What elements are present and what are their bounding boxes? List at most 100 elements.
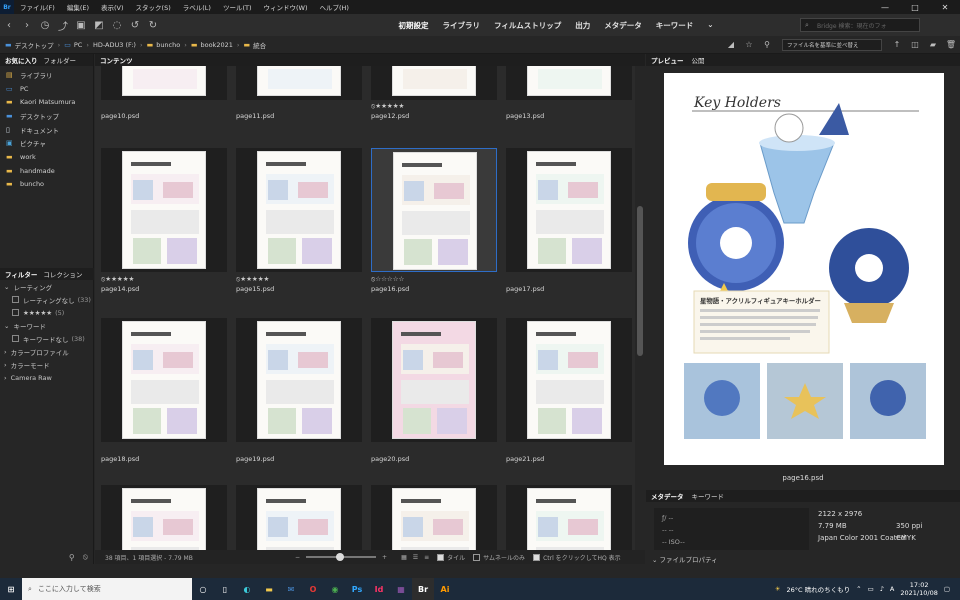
tab-preview[interactable]: プレビュー <box>651 55 684 65</box>
filter-option[interactable]: レーティングなし (33) <box>0 293 94 306</box>
favorite-desktop[interactable]: ▬ デスクトップ <box>0 109 93 123</box>
rating-filter-icon[interactable]: ☆ <box>740 40 758 49</box>
chevron-down-icon[interactable]: ⌄ <box>4 322 9 330</box>
taskbar-search[interactable]: ⌕ ここに入力して検索 <box>22 578 192 600</box>
thumbnail-frame[interactable] <box>101 66 227 100</box>
open-recent-icon[interactable]: ◫ <box>906 40 924 49</box>
tab-favorites[interactable]: お気に入り <box>5 55 38 65</box>
favorite-user[interactable]: ▬ Kaori Matsumura <box>0 95 93 109</box>
workspace-output[interactable]: 出力 <box>568 20 597 31</box>
crumb-book2021[interactable]: book2021 <box>200 41 232 49</box>
quality-icon[interactable]: ◢ <box>722 40 740 49</box>
open-in-camera-raw-icon[interactable]: ◌ <box>108 20 126 31</box>
tab-filter[interactable]: フィルター <box>5 269 37 279</box>
option-hq[interactable]: Ctrl をクリックしてHQ 表示 <box>533 553 621 562</box>
filter-icon[interactable]: ⚲ <box>758 40 776 49</box>
back-icon[interactable]: ‹ <box>0 20 18 31</box>
checkbox-icon[interactable] <box>473 553 481 561</box>
clear-filter-icon[interactable]: ⦸ <box>83 552 88 562</box>
chevron-down-icon[interactable]: › <box>4 361 7 369</box>
maximize-button[interactable]: □ <box>900 3 930 12</box>
checkbox-icon[interactable] <box>12 335 19 342</box>
workspace-keywords[interactable]: キーワード <box>649 20 701 31</box>
filter-group[interactable]: › カラーモード <box>0 358 94 371</box>
tab-keywords[interactable]: キーワード <box>692 491 725 501</box>
favorite-documents[interactable]: ▯ ドキュメント <box>0 123 93 137</box>
thumbnail-rating[interactable]: ⦸★★★★★ <box>236 275 269 284</box>
filter-option[interactable]: ★★★★★ (5) <box>0 306 94 319</box>
bridge-icon[interactable]: Br <box>412 578 434 600</box>
zoom-out-icon[interactable]: − <box>295 554 300 561</box>
thumbnail-frame[interactable] <box>236 318 362 442</box>
scroll-thumb[interactable] <box>637 206 643 356</box>
thumbnail-frame[interactable] <box>371 318 497 442</box>
favorite-work[interactable]: ▬ work <box>0 150 93 164</box>
ime-icon[interactable]: A <box>890 585 894 593</box>
thumbnail-rating[interactable]: ⦸★★★★★ <box>101 275 134 284</box>
windows-start-icon[interactable]: ⊞ <box>0 578 22 600</box>
filter-option[interactable]: キーワードなし (38) <box>0 332 94 345</box>
filter-group[interactable]: › Camera Raw <box>0 371 94 384</box>
thumbnail-frame[interactable] <box>371 66 497 100</box>
weather-text[interactable]: 26°C 晴れのちくもり <box>787 584 851 594</box>
option-tile[interactable]: タイル <box>437 553 465 562</box>
thumbnail-frame[interactable] <box>371 148 497 272</box>
zoom-in-icon[interactable]: + <box>382 554 387 561</box>
tab-metadata[interactable]: メタデータ <box>651 491 684 501</box>
close-window-button[interactable]: ✕ <box>930 3 960 12</box>
menu-help[interactable]: ヘルプ(H) <box>313 2 354 12</box>
favorite-pc[interactable]: ▭ PC <box>0 82 93 96</box>
checkbox-icon[interactable] <box>437 553 445 561</box>
cortana-icon[interactable]: ○ <box>192 578 214 600</box>
thumbnail-frame[interactable] <box>236 485 362 552</box>
favorite-library[interactable]: ▤ ライブラリ <box>0 68 93 82</box>
slider-handle[interactable] <box>336 553 345 561</box>
menu-tools[interactable]: ツール(T) <box>217 2 258 12</box>
tab-collections[interactable]: コレクション <box>43 269 82 279</box>
thumbnail-rating[interactable]: ⦸☆☆☆☆☆ <box>371 275 404 284</box>
sort-direction-icon[interactable]: ↑ <box>888 40 906 49</box>
volume-icon[interactable]: ♪ <box>880 585 884 593</box>
indesign-icon[interactable]: Id <box>368 578 390 600</box>
tray-arrow-icon[interactable]: ⌃ <box>856 585 861 593</box>
content-scrollbar[interactable] <box>635 66 645 552</box>
network-icon[interactable]: ▭ <box>868 585 874 593</box>
favorite-handmade[interactable]: ▬ handmade <box>0 164 93 178</box>
thumbnail-frame[interactable] <box>506 66 632 100</box>
camera-icon[interactable]: ▣ <box>72 20 90 31</box>
thumbnail-frame[interactable] <box>506 148 632 272</box>
menu-file[interactable]: ファイル(F) <box>14 2 61 12</box>
rotate-left-icon[interactable]: ↺ <box>126 20 144 31</box>
preview-image[interactable]: Key Holders 星物語・アクリルフィギュアキーホルダー <box>664 73 944 465</box>
thumbnail-frame[interactable] <box>236 148 362 272</box>
crumb-pc[interactable]: PC <box>74 41 82 49</box>
file-properties-header[interactable]: ⌄ ファイルプロパティ <box>652 554 718 564</box>
app-icon[interactable]: ▦ <box>390 578 412 600</box>
crumb-drive[interactable]: HD-ADU3 (F:) <box>93 41 136 49</box>
checkbox-icon[interactable] <box>12 296 19 303</box>
photoshop-icon[interactable]: Ps <box>346 578 368 600</box>
forward-icon[interactable]: › <box>18 20 36 31</box>
mail-icon[interactable]: ✉ <box>280 578 302 600</box>
filter-group[interactable]: ⌄ レーティング <box>0 280 94 293</box>
sort-dropdown[interactable]: ファイル名を基準に並べ替え <box>782 38 882 51</box>
workspace-filmstrip[interactable]: フィルムストリップ <box>487 20 568 31</box>
crumb-buncho[interactable]: buncho <box>156 41 180 49</box>
menu-view[interactable]: 表示(V) <box>95 2 130 12</box>
chevron-down-icon[interactable]: ⌄ <box>4 283 9 291</box>
filter-group[interactable]: ⌄ キーワード <box>0 319 94 332</box>
search-input[interactable]: ⌕ Bridge 検索：現在のフォ <box>800 18 920 32</box>
checkbox-icon[interactable] <box>12 309 19 316</box>
details-view-icon[interactable]: ☰ <box>413 554 418 561</box>
crumb-desktop[interactable]: デスクトップ <box>15 40 54 50</box>
chevron-down-icon[interactable]: › <box>4 348 7 356</box>
chevron-down-icon[interactable]: › <box>4 374 7 382</box>
workspace-more-icon[interactable]: ⌄ <box>700 20 720 31</box>
workspace-default[interactable]: 初期設定 <box>392 20 436 31</box>
minimize-button[interactable]: — <box>870 3 900 12</box>
tab-folders[interactable]: フォルダー <box>44 55 77 65</box>
refine-icon[interactable]: ◩ <box>90 20 108 31</box>
thumbnail-frame[interactable] <box>506 485 632 552</box>
tab-publish[interactable]: 公開 <box>692 55 705 65</box>
grid-view-icon[interactable]: ▦ <box>401 554 407 561</box>
